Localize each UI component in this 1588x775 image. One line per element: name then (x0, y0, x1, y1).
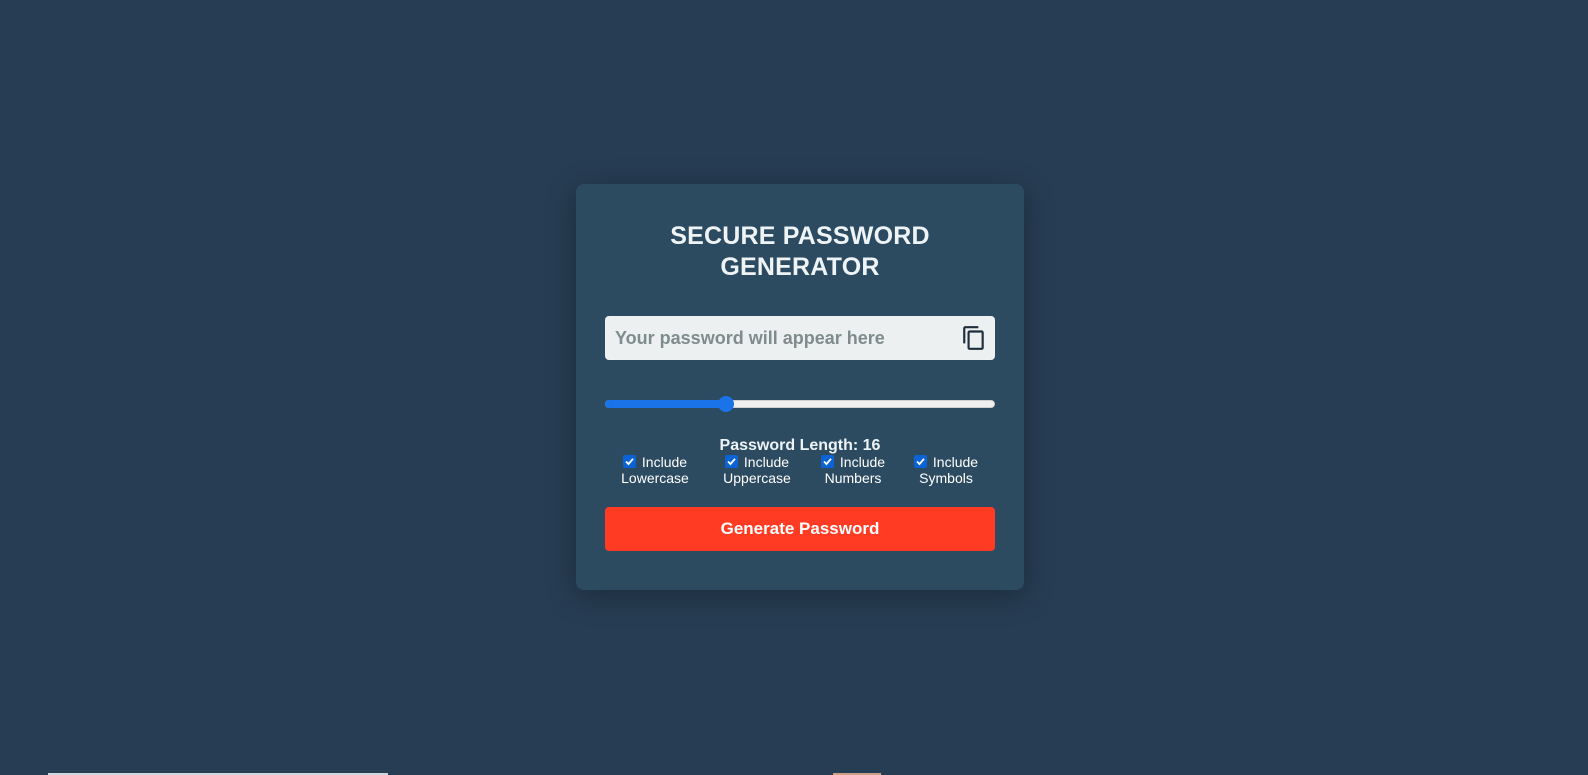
page-title: SECURE PASSWORD GENERATOR (670, 222, 930, 281)
lowercase-checkbox[interactable] (622, 455, 636, 468)
option-numbers-label-1: Include (839, 454, 886, 470)
option-lowercase[interactable]: Include Lowercase (619, 454, 691, 486)
slider-fill (605, 400, 726, 408)
slider-thumb[interactable] (718, 396, 734, 412)
option-numbers[interactable]: Include Numbers (819, 454, 887, 486)
option-lowercase-label-1: Include (641, 454, 688, 470)
numbers-checkbox[interactable] (820, 455, 834, 468)
password-generator-card: SECURE PASSWORD GENERATOR Password Lengt… (576, 184, 1024, 590)
password-output-box (605, 316, 995, 360)
password-length-label: Password Length: 16 (719, 437, 881, 454)
option-symbols-label-1: Include (932, 454, 979, 470)
option-uppercase-label-2: Uppercase (723, 470, 791, 486)
symbols-checkbox[interactable] (913, 455, 927, 468)
option-uppercase[interactable]: Include Uppercase (721, 454, 793, 486)
copy-icon[interactable] (961, 325, 987, 351)
uppercase-checkbox[interactable] (724, 455, 738, 468)
option-numbers-label-2: Numbers (824, 470, 882, 486)
generate-password-button[interactable]: Generate Password (605, 507, 995, 551)
option-symbols-label-2: Symbols (919, 470, 973, 486)
password-length-slider[interactable] (605, 396, 995, 412)
password-output-field[interactable] (605, 316, 935, 360)
option-symbols[interactable]: Include Symbols (911, 454, 981, 486)
option-uppercase-label-1: Include (743, 454, 790, 470)
option-lowercase-label-2: Lowercase (621, 470, 689, 486)
options-group: Include Lowercase Include Uppercase Incl… (605, 454, 995, 488)
